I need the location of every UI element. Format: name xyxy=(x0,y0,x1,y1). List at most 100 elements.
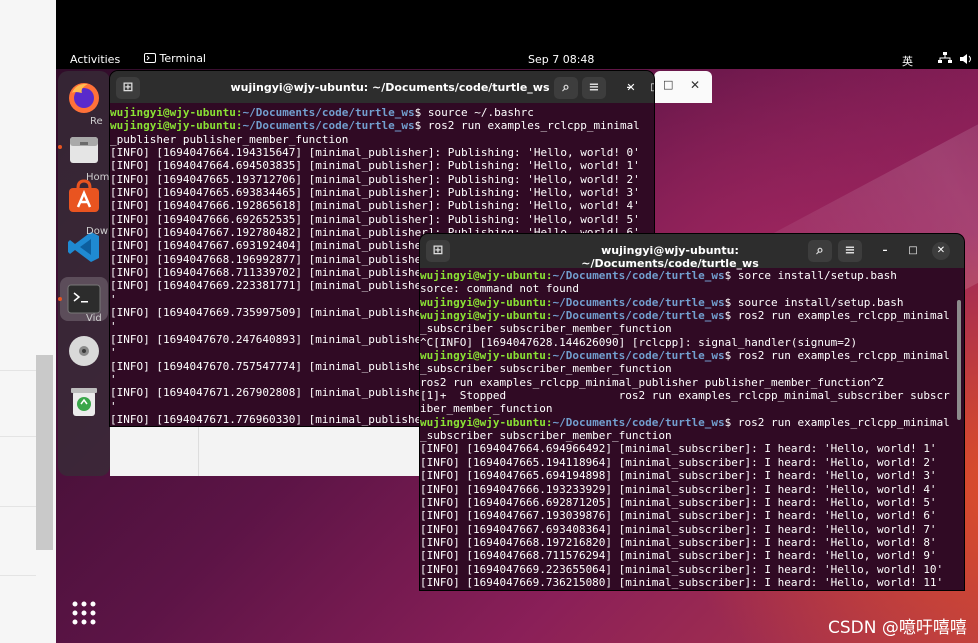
terminal-line: _subscriber subscriber_member_function xyxy=(420,362,672,376)
command-text: $ source install/setup.bash xyxy=(724,295,904,309)
close-icon[interactable]: ✕ xyxy=(932,242,950,260)
command-text: $ ros2 run examples_rclcpp_minimal xyxy=(414,119,640,133)
volume-icon[interactable] xyxy=(960,54,972,67)
terminal-line: sorce: command not found xyxy=(420,282,579,296)
terminal-line: wujingyi@wjy-ubuntu:~/Documents/code/tur… xyxy=(420,416,956,429)
firefox-icon[interactable] xyxy=(66,79,102,115)
prompt-user: wujingyi@wjy-ubuntu: xyxy=(420,415,553,429)
terminal-scrollbar[interactable] xyxy=(957,300,961,420)
divider xyxy=(0,370,36,371)
prompt-path: ~/Documents/code/turtle_ws xyxy=(552,295,725,309)
input-method-indicator[interactable]: 英 xyxy=(902,53,913,69)
prompt-path: ~/Documents/code/turtle_ws xyxy=(242,119,415,133)
command-text: $ ros2 run examples_rclcpp_minimal xyxy=(724,349,950,363)
divider xyxy=(0,436,36,437)
menu-icon[interactable]: ≡ xyxy=(838,240,862,262)
terminal-line: _subscriber subscriber_member_function xyxy=(420,322,672,336)
terminal-line: [INFO] [1694047666.692652535] [minimal_p… xyxy=(110,212,640,226)
prompt-user: wujingyi@wjy-ubuntu: xyxy=(110,106,243,119)
host-scrollbar[interactable] xyxy=(36,355,53,550)
window-header: ⊞ wujingyi@wjy-ubuntu: ~/Documents/code/… xyxy=(420,234,964,270)
network-icon[interactable] xyxy=(938,52,952,67)
disc-icon[interactable] xyxy=(66,333,102,369)
terminal-line: ^C[INFO] [1694047628.144626090] [rclcpp]… xyxy=(420,335,858,349)
search-icon[interactable]: ⌕ xyxy=(554,77,578,99)
watermark: CSDN @噫吁嘻嘻嘻嘻 xyxy=(828,618,967,638)
window-title: wujingyi@wjy-ubuntu: ~/Documents/code/tu… xyxy=(230,81,550,94)
running-indicator xyxy=(58,145,62,149)
prompt-user: wujingyi@wjy-ubuntu: xyxy=(110,119,243,133)
terminal-window-subscriber: ⊞ wujingyi@wjy-ubuntu: ~/Documents/code/… xyxy=(420,234,964,590)
terminal-line: [INFO] [1694047664.694503835] [minimal_p… xyxy=(110,159,640,173)
command-text: $ ros2 run examples_rclcpp_minimal xyxy=(724,415,950,429)
terminal-line: [1]+ Stopped ros2 run examples_rclcpp_mi… xyxy=(420,389,950,403)
window-header: ⊞ wujingyi@wjy-ubuntu: ~/Documents/code/… xyxy=(110,71,654,103)
maximize-icon[interactable]: □ xyxy=(904,242,922,260)
terminal-line: [INFO] [1694047669.223655064] [minimal_s… xyxy=(420,562,944,576)
prompt-path: ~/Documents/code/turtle_ws xyxy=(552,269,725,282)
prompt-user: wujingyi@wjy-ubuntu: xyxy=(420,295,553,309)
background-window-body xyxy=(110,426,422,476)
search-icon[interactable]: ⌕ xyxy=(808,240,832,262)
faded-label: Vid xyxy=(86,313,102,324)
terminal-line: [INFO] [1694047666.192865618] [minimal_p… xyxy=(110,199,640,213)
activities-button[interactable]: Activities xyxy=(70,53,120,66)
divider xyxy=(0,506,36,507)
terminal-line: [INFO] [1694047668.197216820] [minimal_s… xyxy=(420,535,937,549)
app-name: Terminal xyxy=(159,52,207,65)
terminal-line: [INFO] [1694047664.194315647] [minimal_p… xyxy=(110,146,640,160)
top-bar: Activities Terminal Sep 7 08:48 英 xyxy=(56,50,978,69)
terminal-line: [INFO] [1694047667.193039876] [minimal_s… xyxy=(420,509,937,523)
faded-label: Hom xyxy=(86,172,110,183)
terminal-output[interactable]: wujingyi@wjy-ubuntu:~/Documents/code/tur… xyxy=(420,269,956,589)
show-apps-icon[interactable] xyxy=(72,601,96,625)
faded-label: Re xyxy=(90,116,103,127)
terminal-line: [INFO] [1694047669.736215080] [minimal_s… xyxy=(420,575,944,589)
command-text: $ sorce install/setup.bash xyxy=(724,269,897,282)
terminal-line: wujingyi@wjy-ubuntu:~/Documents/code/tur… xyxy=(110,106,640,119)
prompt-path: ~/Documents/code/turtle_ws xyxy=(552,309,725,323)
trash-icon[interactable] xyxy=(66,383,102,419)
prompt-path: ~/Documents/code/turtle_ws xyxy=(552,415,725,429)
terminal-line: [INFO] [1694047668.711576294] [minimal_s… xyxy=(420,549,937,563)
prompt-user: wujingyi@wjy-ubuntu: xyxy=(420,309,553,323)
terminal-icon[interactable] xyxy=(66,281,102,317)
minimize-icon[interactable]: – xyxy=(876,242,894,260)
terminal-small-icon xyxy=(144,53,156,63)
terminal-line: [INFO] [1694047667.693408364] [minimal_s… xyxy=(420,522,937,536)
window-title: wujingyi@wjy-ubuntu: ~/Documents/code/tu… xyxy=(581,244,759,270)
vm-black-area xyxy=(56,0,978,50)
maximize-icon[interactable]: □ xyxy=(646,79,654,97)
prompt-path: ~/Documents/code/turtle_ws xyxy=(242,106,415,119)
terminal-app-menu[interactable]: Terminal xyxy=(144,52,206,65)
terminal-line: [INFO] [1694047665.194118964] [minimal_s… xyxy=(420,455,937,469)
background-window-header: □ ✕ xyxy=(654,71,712,103)
command-text: $ source ~/.bashrc xyxy=(414,106,534,119)
prompt-user: wujingyi@wjy-ubuntu: xyxy=(420,269,553,282)
new-tab-button[interactable]: ⊞ xyxy=(116,77,140,99)
new-tab-button[interactable]: ⊞ xyxy=(426,240,450,262)
files-icon[interactable] xyxy=(66,131,102,167)
terminal-line: wujingyi@wjy-ubuntu:~/Documents/code/tur… xyxy=(420,296,956,309)
terminal-line: wujingyi@wjy-ubuntu:~/Documents/code/tur… xyxy=(420,309,956,322)
close-icon[interactable]: ✕ xyxy=(690,78,700,92)
terminal-line: ros2 run examples_rclcpp_minimal_publish… xyxy=(420,375,884,389)
faded-label: Dow xyxy=(86,226,108,237)
terminal-line: wujingyi@wjy-ubuntu:~/Documents/code/tur… xyxy=(110,119,640,132)
clock[interactable]: Sep 7 08:48 xyxy=(528,53,594,66)
menu-icon[interactable]: ≡ xyxy=(582,77,606,99)
terminal-line: [INFO] [1694047666.692871205] [minimal_s… xyxy=(420,495,937,509)
command-text: $ ros2 run examples_rclcpp_minimal xyxy=(724,309,950,323)
prompt-user: wujingyi@wjy-ubuntu: xyxy=(420,349,553,363)
maximize-icon[interactable]: □ xyxy=(663,78,673,91)
terminal-line: iber_member_function xyxy=(420,402,553,416)
terminal-line: wujingyi@wjy-ubuntu:~/Documents/code/tur… xyxy=(420,349,956,362)
terminal-line: [INFO] [1694047665.694194898] [minimal_s… xyxy=(420,469,937,483)
dock xyxy=(58,71,110,476)
terminal-line: [INFO] [1694047665.193712706] [minimal_p… xyxy=(110,172,640,186)
terminal-line: [INFO] [1694047666.193233929] [minimal_s… xyxy=(420,482,937,496)
ubuntu-desktop: Activities Terminal Sep 7 08:48 英 Re Hom… xyxy=(56,0,978,643)
terminal-line: _publisher publisher_member_function xyxy=(110,132,349,146)
close-icon[interactable]: ✕ xyxy=(621,78,641,98)
app-center-icon[interactable] xyxy=(66,179,102,215)
